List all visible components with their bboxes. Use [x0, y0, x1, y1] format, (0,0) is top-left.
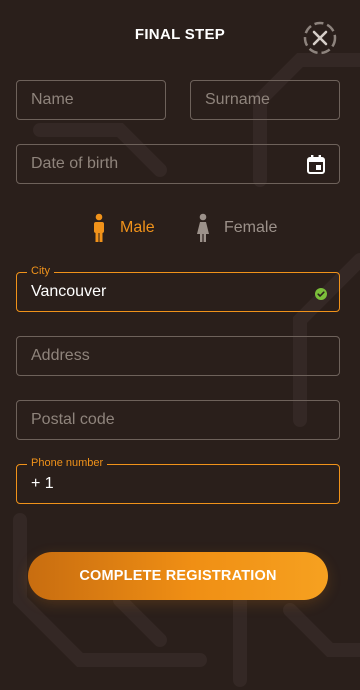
gender-selector: Male Female [0, 210, 360, 246]
phone-number-field[interactable]: Phone number + 1 [16, 456, 340, 504]
complete-registration-button[interactable]: COMPLETE REGISTRATION [28, 552, 328, 600]
male-label: Male [120, 219, 155, 236]
dob-placeholder: Date of birth [31, 155, 119, 172]
city-field[interactable]: City Vancouver [16, 264, 340, 312]
date-of-birth-field[interactable]: Date of birth [16, 144, 340, 184]
postal-code-placeholder: Postal code [31, 411, 115, 428]
city-value: Vancouver [31, 283, 107, 300]
name-field[interactable]: Name [16, 80, 166, 120]
calendar-icon[interactable] [306, 154, 326, 180]
gender-option-female[interactable]: Female [196, 210, 277, 246]
close-button[interactable] [302, 20, 338, 56]
city-label: City [27, 264, 54, 278]
name-placeholder: Name [31, 91, 74, 108]
registration-screen: FINAL STEP Name Surname Date of birth Ma… [0, 0, 360, 690]
female-label: Female [224, 219, 278, 236]
check-circle-icon [315, 287, 327, 305]
male-figure-icon [94, 213, 104, 242]
female-figure-icon [197, 213, 209, 242]
phone-number-label: Phone number [27, 456, 108, 470]
surname-field[interactable]: Surname [190, 80, 340, 120]
address-field[interactable]: Address [16, 336, 340, 376]
surname-placeholder: Surname [205, 91, 270, 108]
address-placeholder: Address [31, 347, 90, 364]
gender-option-male[interactable]: Male [92, 210, 155, 246]
postal-code-field[interactable]: Postal code [16, 400, 340, 440]
close-icon [303, 21, 337, 55]
phone-number-value: + 1 [31, 475, 54, 492]
